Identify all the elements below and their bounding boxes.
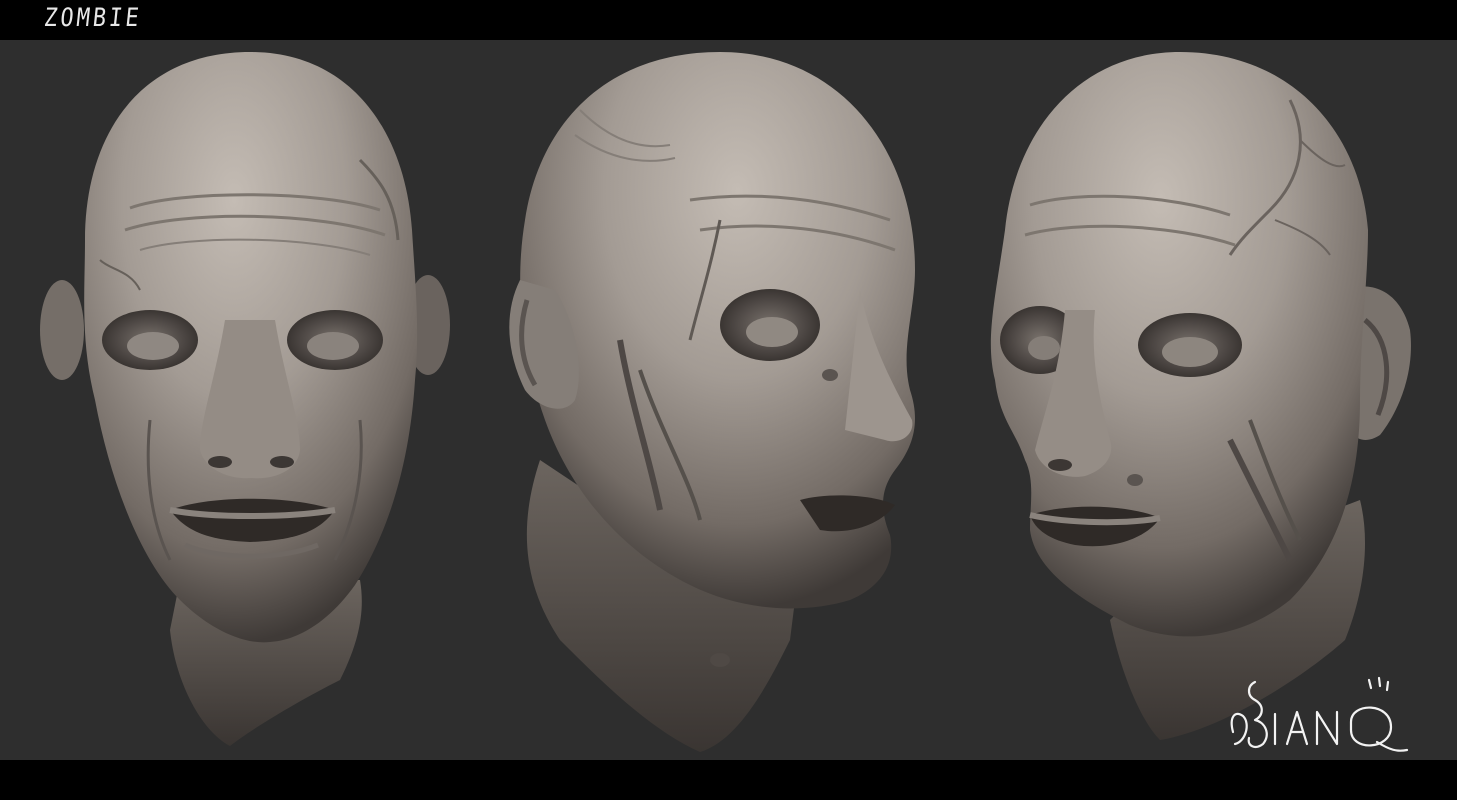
top-letterbox: ZOMBIE: [0, 0, 1457, 40]
head-three-quarter-view: [509, 52, 915, 752]
render-stage: [0, 40, 1457, 760]
bottom-letterbox: [0, 760, 1457, 800]
sculpt-render: [40, 52, 1411, 752]
head-three-quarter-left-view: [990, 52, 1411, 740]
render-frame: ZOMBIE: [0, 0, 1457, 800]
title-text: ZOMBIE: [42, 4, 143, 33]
artist-signature: [1230, 676, 1409, 752]
head-front-view: [40, 52, 450, 746]
